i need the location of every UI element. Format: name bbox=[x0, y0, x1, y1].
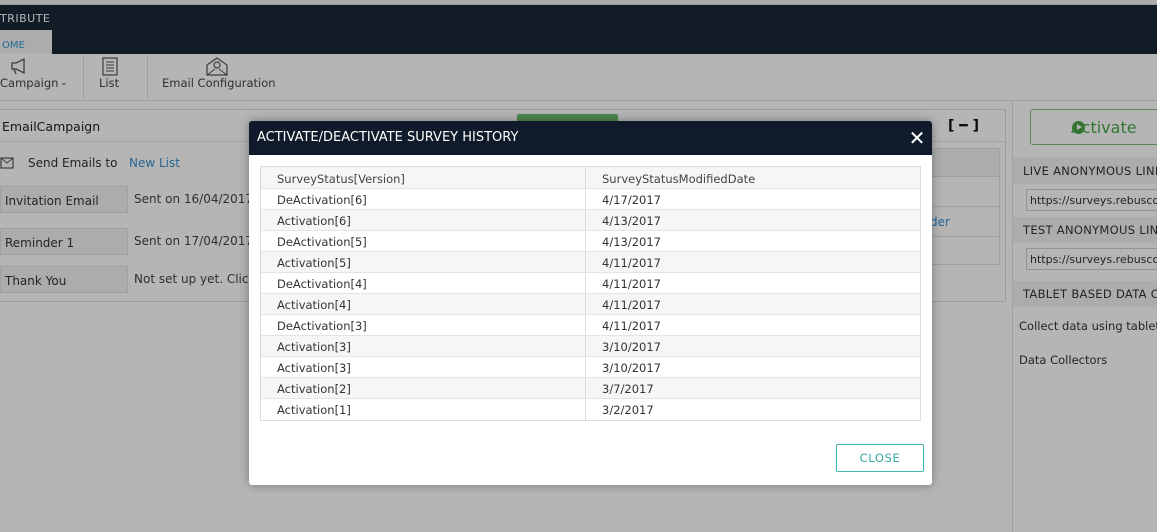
modified-date-cell: 3/7/2017 bbox=[602, 382, 654, 396]
table-row: Activation[3] 3/10/2017 bbox=[261, 357, 920, 378]
modified-date-cell: 4/11/2017 bbox=[602, 277, 661, 291]
table-row: DeActivation[5] 4/13/2017 bbox=[261, 231, 920, 252]
status-version-cell: Activation[1] bbox=[261, 399, 586, 420]
modified-date-cell: 3/10/2017 bbox=[602, 361, 661, 375]
status-version-cell: Activation[3] bbox=[261, 357, 586, 377]
modified-date-cell: 3/10/2017 bbox=[602, 340, 661, 354]
dialog-header: ACTIVATE/DEACTIVATE SURVEY HISTORY ✕ bbox=[249, 121, 932, 155]
table-row: Activation[3] 3/10/2017 bbox=[261, 336, 920, 357]
table-row: Activation[2] 3/7/2017 bbox=[261, 378, 920, 399]
table-row: Activation[1] 3/2/2017 bbox=[261, 399, 920, 420]
table-row: Activation[6] 4/13/2017 bbox=[261, 210, 920, 231]
status-version-cell: DeActivation[6] bbox=[261, 189, 586, 209]
modified-date-cell: 4/11/2017 bbox=[602, 319, 661, 333]
status-version-cell: DeActivation[4] bbox=[261, 273, 586, 293]
status-version-cell: Activation[2] bbox=[261, 378, 586, 398]
modified-date-cell: 3/2/2017 bbox=[602, 403, 654, 417]
modified-date-cell: 4/13/2017 bbox=[602, 235, 661, 249]
close-button[interactable]: CLOSE bbox=[836, 444, 924, 472]
column-header-date: SurveyStatusModifiedDate bbox=[602, 172, 756, 186]
table-row: DeActivation[6] 4/17/2017 bbox=[261, 189, 920, 210]
modified-date-cell: 4/13/2017 bbox=[602, 214, 661, 228]
column-header-status: SurveyStatus[Version] bbox=[261, 167, 586, 188]
status-version-cell: DeActivation[5] bbox=[261, 231, 586, 251]
table-row: Activation[5] 4/11/2017 bbox=[261, 252, 920, 273]
table-header-row: SurveyStatus[Version] SurveyStatusModifi… bbox=[261, 167, 920, 189]
status-version-cell: Activation[6] bbox=[261, 210, 586, 230]
modified-date-cell: 4/11/2017 bbox=[602, 298, 661, 312]
status-version-cell: Activation[5] bbox=[261, 252, 586, 272]
status-version-cell: Activation[3] bbox=[261, 336, 586, 356]
survey-history-dialog: ACTIVATE/DEACTIVATE SURVEY HISTORY ✕ Sur… bbox=[249, 121, 932, 485]
dialog-title: ACTIVATE/DEACTIVATE SURVEY HISTORY bbox=[257, 130, 519, 145]
modified-date-cell: 4/11/2017 bbox=[602, 256, 661, 270]
modified-date-cell: 4/17/2017 bbox=[602, 193, 661, 207]
status-version-cell: Activation[4] bbox=[261, 294, 586, 314]
table-row: DeActivation[4] 4/11/2017 bbox=[261, 273, 920, 294]
table-row: Activation[4] 4/11/2017 bbox=[261, 294, 920, 315]
history-table: SurveyStatus[Version] SurveyStatusModifi… bbox=[260, 166, 921, 421]
table-row: DeActivation[3] 4/11/2017 bbox=[261, 315, 920, 336]
status-version-cell: DeActivation[3] bbox=[261, 315, 586, 335]
close-icon[interactable]: ✕ bbox=[907, 128, 927, 148]
